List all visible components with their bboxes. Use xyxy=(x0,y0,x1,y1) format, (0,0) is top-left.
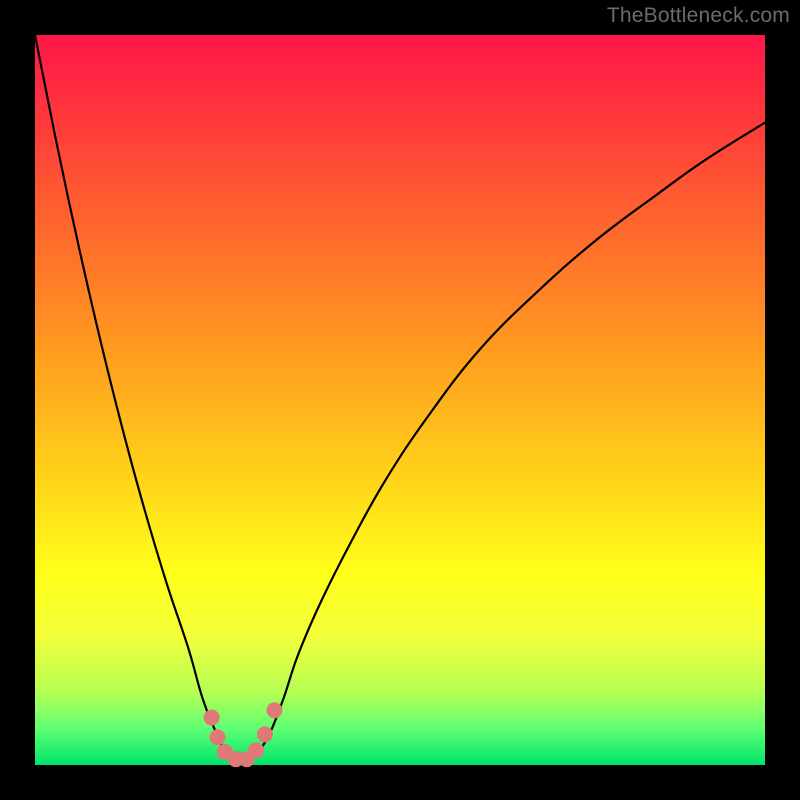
plot-area xyxy=(35,35,765,765)
watermark-text: TheBottleneck.com xyxy=(607,4,790,28)
data-marker xyxy=(204,710,220,726)
chart-frame: TheBottleneck.com xyxy=(0,0,800,800)
data-marker xyxy=(210,729,226,745)
curve-svg xyxy=(35,35,765,765)
data-marker xyxy=(257,726,273,742)
bottleneck-curve xyxy=(35,35,765,766)
data-marker xyxy=(266,702,282,718)
data-marker xyxy=(248,742,264,758)
